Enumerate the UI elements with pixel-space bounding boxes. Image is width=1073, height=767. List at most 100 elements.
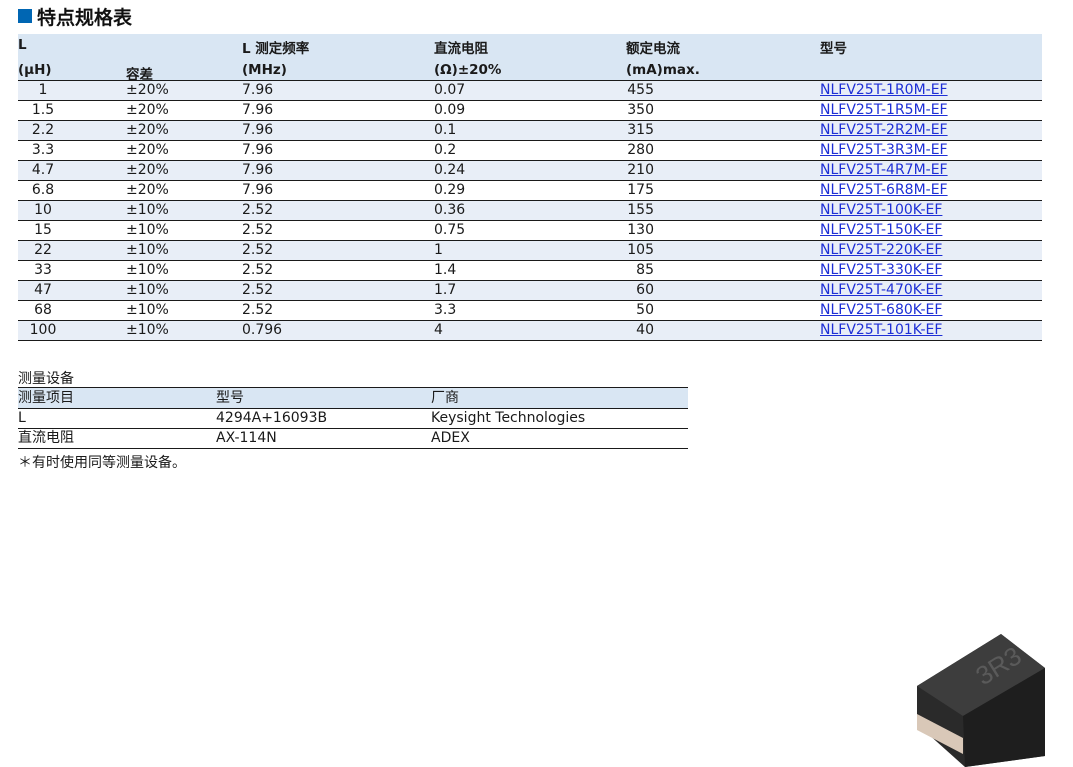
spec-table-row: 3.3 ±20% 7.96 0.2 280 NLFV25T-3R3M-EF <box>18 141 1042 161</box>
dc-resistance-cell: 0.2 <box>434 142 457 158</box>
rated-current-cell: 350 <box>627 102 654 118</box>
frequency-cell: 7.96 <box>242 182 274 198</box>
spec-table-row: 1.5 ±20% 7.96 0.09 350 NLFV25T-1R5M-EF <box>18 101 1042 121</box>
rated-current-cell: 85 <box>636 262 654 278</box>
frequency-cell: 2.52 <box>242 282 274 298</box>
part-number-link[interactable]: NLFV25T-3R3M-EF <box>820 142 948 158</box>
dc-resistance-cell: 0.24 <box>434 162 466 178</box>
part-number-cell: NLFV25T-150K-EF <box>820 221 942 240</box>
part-number-link[interactable]: NLFV25T-470K-EF <box>820 282 942 298</box>
page-title: 特点规格表 <box>18 3 132 29</box>
inductance-cell: 68 <box>34 302 52 318</box>
part-number-cell: NLFV25T-100K-EF <box>820 201 942 220</box>
frequency-cell: 7.96 <box>242 102 274 118</box>
rated-current-cell: 105 <box>627 242 654 258</box>
measurement-row: 直流电阻 AX-114N ADEX <box>18 429 688 449</box>
spec-table-header: L (μH) 容差 L 测定频率 (MHz) 直流电阻 (Ω)±20% 额定电流… <box>18 34 1042 83</box>
dc-resistance-cell: 0.07 <box>434 82 466 98</box>
header-l: L <box>18 37 27 53</box>
part-number-cell: NLFV25T-470K-EF <box>820 281 942 300</box>
part-number-link[interactable]: NLFV25T-1R0M-EF <box>820 82 948 98</box>
part-number-cell: NLFV25T-3R3M-EF <box>820 141 948 160</box>
part-number-cell: NLFV25T-6R8M-EF <box>820 181 948 200</box>
spec-table-row: 47 ±10% 2.52 1.7 60 NLFV25T-470K-EF <box>18 281 1042 301</box>
inductance-cell: 10 <box>34 202 52 218</box>
spec-table-row: 22 ±10% 2.52 1 105 NLFV25T-220K-EF <box>18 241 1042 261</box>
header-dc-resistance-unit: (Ω)±20% <box>434 62 502 78</box>
dc-resistance-cell: 3.3 <box>434 302 457 318</box>
tolerance-cell: ±20% <box>126 102 169 118</box>
dc-resistance-cell: 0.1 <box>434 122 457 138</box>
measurement-item: 直流电阻 <box>18 430 74 446</box>
frequency-cell: 7.96 <box>242 82 274 98</box>
part-number-link[interactable]: NLFV25T-2R2M-EF <box>820 122 948 138</box>
part-number-link[interactable]: NLFV25T-330K-EF <box>820 262 942 278</box>
part-number-cell: NLFV25T-220K-EF <box>820 241 942 260</box>
part-number-link[interactable]: NLFV25T-100K-EF <box>820 202 942 218</box>
tolerance-cell: ±20% <box>126 122 169 138</box>
frequency-cell: 7.96 <box>242 162 274 178</box>
part-number-cell: NLFV25T-330K-EF <box>820 261 942 280</box>
spec-table-row: 2.2 ±20% 7.96 0.1 315 NLFV25T-2R2M-EF <box>18 121 1042 141</box>
inductance-cell: 1.5 <box>31 102 55 118</box>
measurement-header-maker: 厂商 <box>431 390 459 406</box>
part-number-link[interactable]: NLFV25T-220K-EF <box>820 242 942 258</box>
inductor-product-image: 3R3 <box>917 634 1045 767</box>
header-dc-resistance: 直流电阻 <box>434 41 488 57</box>
rated-current-cell: 315 <box>627 122 654 138</box>
dc-resistance-cell: 0.36 <box>434 202 466 218</box>
inductance-cell: 2.2 <box>31 122 55 138</box>
part-number-cell: NLFV25T-4R7M-EF <box>820 161 948 180</box>
measurement-model: 4294A+16093B <box>216 410 328 426</box>
rated-current-cell: 130 <box>627 222 654 238</box>
frequency-cell: 2.52 <box>242 242 274 258</box>
dc-resistance-cell: 0.29 <box>434 182 466 198</box>
tolerance-cell: ±10% <box>126 302 169 318</box>
header-part-number: 型号 <box>820 41 847 57</box>
part-number-link[interactable]: NLFV25T-101K-EF <box>820 322 942 338</box>
dc-resistance-cell: 0.09 <box>434 102 466 118</box>
spec-table-row: 100 ±10% 0.796 4 40 NLFV25T-101K-EF <box>18 321 1042 341</box>
part-number-link[interactable]: NLFV25T-680K-EF <box>820 302 942 318</box>
frequency-cell: 7.96 <box>242 122 274 138</box>
spec-table-row: 15 ±10% 2.52 0.75 130 NLFV25T-150K-EF <box>18 221 1042 241</box>
part-number-link[interactable]: NLFV25T-1R5M-EF <box>820 102 948 118</box>
spec-table-body: 1 ±20% 7.96 0.07 455 NLFV25T-1R0M-EF 1.5 ±20% 7.… <box>18 81 1042 341</box>
frequency-cell: 0.796 <box>242 322 283 338</box>
dc-resistance-cell: 1.4 <box>434 262 457 278</box>
tolerance-cell: ±10% <box>126 322 169 338</box>
dc-resistance-cell: 1 <box>434 242 443 258</box>
rated-current-cell: 280 <box>627 142 654 158</box>
frequency-cell: 2.52 <box>242 202 274 218</box>
part-number-link[interactable]: NLFV25T-4R7M-EF <box>820 162 948 178</box>
rated-current-cell: 455 <box>627 82 654 98</box>
spec-table-row: 68 ±10% 2.52 3.3 50 NLFV25T-680K-EF <box>18 301 1042 321</box>
frequency-cell: 2.52 <box>242 302 274 318</box>
rated-current-cell: 155 <box>627 202 654 218</box>
part-number-cell: NLFV25T-1R0M-EF <box>820 81 948 100</box>
measurement-note: ＊有时使用同等测量设备。 <box>18 455 186 471</box>
measurement-header: 测量项目 型号 厂商 <box>18 387 688 409</box>
part-number-cell: NLFV25T-1R5M-EF <box>820 101 948 120</box>
tolerance-cell: ±10% <box>126 282 169 298</box>
title-text: 特点规格表 <box>37 6 133 29</box>
part-number-link[interactable]: NLFV25T-6R8M-EF <box>820 182 948 198</box>
part-number-cell: NLFV25T-680K-EF <box>820 301 942 320</box>
frequency-cell: 2.52 <box>242 222 274 238</box>
rated-current-cell: 60 <box>636 282 654 298</box>
dc-resistance-cell: 1.7 <box>434 282 457 298</box>
spec-table-row: 10 ±10% 2.52 0.36 155 NLFV25T-100K-EF <box>18 201 1042 221</box>
part-number-cell: NLFV25T-101K-EF <box>820 321 942 340</box>
frequency-cell: 7.96 <box>242 142 274 158</box>
frequency-cell: 2.52 <box>242 262 274 278</box>
measurement-table: 测量项目 型号 厂商 L 4294A+16093B Keysight Techn… <box>18 387 688 449</box>
rated-current-cell: 50 <box>636 302 654 318</box>
measurement-title: 测量设备 <box>18 371 74 387</box>
spec-table-row: 1 ±20% 7.96 0.07 455 NLFV25T-1R0M-EF <box>18 81 1042 101</box>
measurement-maker: ADEX <box>431 430 470 446</box>
title-square-icon <box>18 9 32 23</box>
inductance-cell: 3.3 <box>31 142 55 158</box>
measurement-header-model: 型号 <box>216 390 244 406</box>
tolerance-cell: ±10% <box>126 242 169 258</box>
part-number-link[interactable]: NLFV25T-150K-EF <box>820 222 942 238</box>
